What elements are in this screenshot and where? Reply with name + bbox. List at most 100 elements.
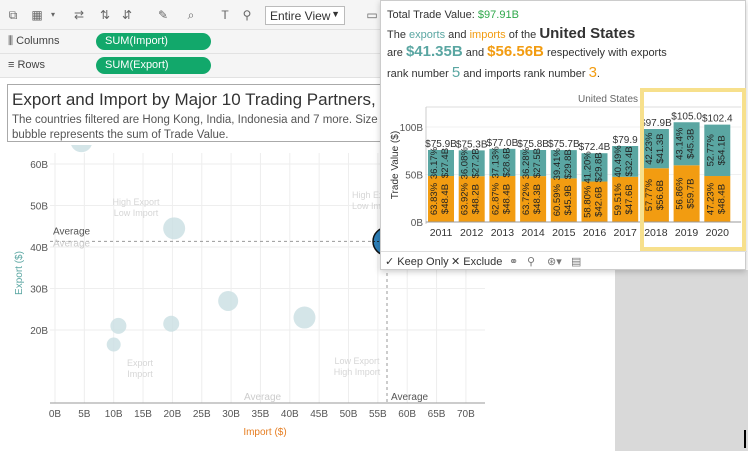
quadrant-label: Low Export [334, 356, 380, 366]
bar-y-axis-title: Trade Value ($) [390, 131, 401, 199]
tooltip-total: Total Trade Value: $97.91B [387, 9, 519, 21]
sort-descending-icon[interactable]: ⇵ [120, 8, 134, 22]
x-category-label: 2014 [521, 227, 545, 239]
fit-view-select[interactable]: Entire View ▼ [265, 6, 345, 25]
link-icon[interactable]: ⚭ [509, 255, 518, 268]
x-tick-label: 70B [457, 409, 475, 420]
text-label-icon[interactable]: T [218, 8, 232, 22]
import-value-label: $48.2B [471, 184, 482, 214]
pin-icon[interactable]: ⚲ [240, 8, 254, 22]
import-pct-label: 63.83% [429, 182, 440, 215]
import-pct-label: 62.87% [490, 182, 501, 215]
presentation-icon[interactable]: ▭ [365, 8, 379, 22]
bubble [110, 317, 127, 334]
x-tick-label: 65B [428, 409, 446, 420]
x-category-label: 2012 [460, 227, 484, 239]
worksheet-title: Export and Import by Major 10 Trading Pa… [12, 90, 387, 109]
quadrant-label: Low Import [114, 208, 159, 218]
tooltip-country: United States [539, 25, 636, 42]
columns-shelf-label: ⫼ Columns [8, 35, 60, 47]
bubble [71, 145, 92, 153]
tooltip-line-4: rank number 5 and imports rank number 3. [387, 64, 600, 81]
x-category-label: 2015 [552, 227, 576, 239]
quadrant-label: Export [127, 358, 154, 368]
x-tick-label: 55B [369, 409, 387, 420]
x-tick-label: 10B [105, 409, 123, 420]
export-value-label: $29.8B [563, 149, 574, 179]
average-x-label-faded: Average [244, 392, 282, 403]
y-axis-title: Export ($) [14, 251, 25, 295]
sort-ascending-icon[interactable]: ⇅ [98, 8, 112, 22]
columns-shelf: ⫼ Columns SUM(Import) [0, 30, 380, 54]
export-pct-label: 41.20% [583, 151, 594, 184]
rows-pill[interactable]: SUM(Export) [96, 57, 211, 74]
x-category-label: 2016 [583, 227, 607, 239]
duplicate-icon[interactable]: ⧉ [6, 8, 20, 22]
keep-only-button[interactable]: ✓ Keep Only [385, 255, 449, 268]
bubble [218, 290, 239, 311]
swap-icon[interactable]: ⇄ [72, 8, 86, 22]
import-value-label: $48.4B [501, 184, 512, 214]
export-value-label: $27.5B [532, 148, 543, 178]
total-label: $75.9B [425, 139, 457, 150]
attach-icon[interactable]: ⌕ [184, 8, 198, 22]
bar-y-tick-label: 50B [405, 171, 423, 182]
y-tick-label: 60B [30, 160, 48, 171]
import-pct-label: 60.59% [552, 184, 563, 217]
x-tick-label: 60B [398, 409, 416, 420]
export-value-label: $29.8B [594, 152, 605, 182]
rows-shelf-label: ≡ Rows [8, 59, 45, 71]
total-label: $75.7B [548, 139, 580, 150]
quadrant-label: High Export [112, 197, 160, 207]
import-pct-label: 63.92% [460, 182, 471, 215]
import-pct-label: 59.51% [613, 183, 624, 216]
pin-icon[interactable]: ⚲ [527, 255, 535, 268]
bubble [106, 337, 121, 352]
x-axis-title: Import ($) [243, 427, 286, 438]
new-worksheet-icon[interactable]: ▦ [30, 8, 44, 22]
bubble [163, 217, 186, 240]
toolbar: ⧉ ▦ ▾ ⇄ ⇅ ⇵ ✎ ⌕ T ⚲ Entire View ▼ ▭ [0, 0, 380, 30]
total-label: $75.3B [456, 139, 488, 150]
export-value-label: $27.2B [471, 148, 482, 178]
export-value-label: $28.6B [501, 147, 512, 177]
highlight-box [640, 88, 746, 251]
x-category-label: 2013 [491, 227, 515, 239]
bar-chart-title: United States [578, 94, 638, 105]
fit-view-value: Entire View [270, 9, 331, 23]
tooltip-line-2: The exports and imports of the United St… [387, 25, 636, 42]
background-panel [615, 270, 748, 451]
import-value-label: $47.6B [624, 184, 635, 214]
x-tick-label: 5B [78, 409, 91, 420]
export-pct-label: 39.41% [552, 148, 563, 181]
columns-pill[interactable]: SUM(Import) [96, 33, 211, 50]
x-tick-label: 20B [164, 409, 182, 420]
import-pct-label: 58.80% [583, 185, 594, 218]
worksheet-title-box: Export and Import by Major 10 Trading Pa… [7, 84, 387, 142]
import-value-label: $45.9B [563, 185, 574, 215]
export-value-label: $27.4B [440, 148, 451, 178]
worksheet-subtitle: The countries filtered are Hong Kong, In… [12, 113, 387, 141]
average-y-label: Average [53, 226, 91, 237]
exclude-button[interactable]: ✕ Exclude [451, 255, 502, 268]
export-pct-label: 40.49% [613, 145, 624, 178]
rows-shelf: ≡ Rows SUM(Export) [0, 54, 380, 78]
view-data-icon[interactable]: ▤ [571, 255, 581, 268]
quadrant-label: High Import [334, 367, 381, 377]
export-pct-label: 37.13% [490, 146, 501, 179]
dropdown-icon[interactable]: ▾ [46, 8, 60, 22]
x-tick-label: 30B [222, 409, 240, 420]
import-value-label: $48.4B [440, 184, 451, 214]
subtitle-line-1: The countries filtered are Hong Kong, In… [12, 114, 387, 126]
x-tick-label: 45B [310, 409, 328, 420]
x-tick-label: 35B [252, 409, 270, 420]
import-pct-label: 63.72% [521, 182, 532, 215]
subtitle-line-2: bubble represents the sum of Trade Value… [12, 129, 229, 141]
export-value-label: $32.4B [624, 146, 635, 176]
group-icon[interactable]: ⊛▾ [547, 255, 562, 268]
total-label: $75.8B [517, 139, 549, 150]
x-tick-label: 50B [340, 409, 358, 420]
highlight-icon[interactable]: ✎ [156, 8, 170, 22]
bar-y-tick-label: 0B [411, 218, 424, 229]
export-pct-label: 36.28% [521, 146, 532, 179]
